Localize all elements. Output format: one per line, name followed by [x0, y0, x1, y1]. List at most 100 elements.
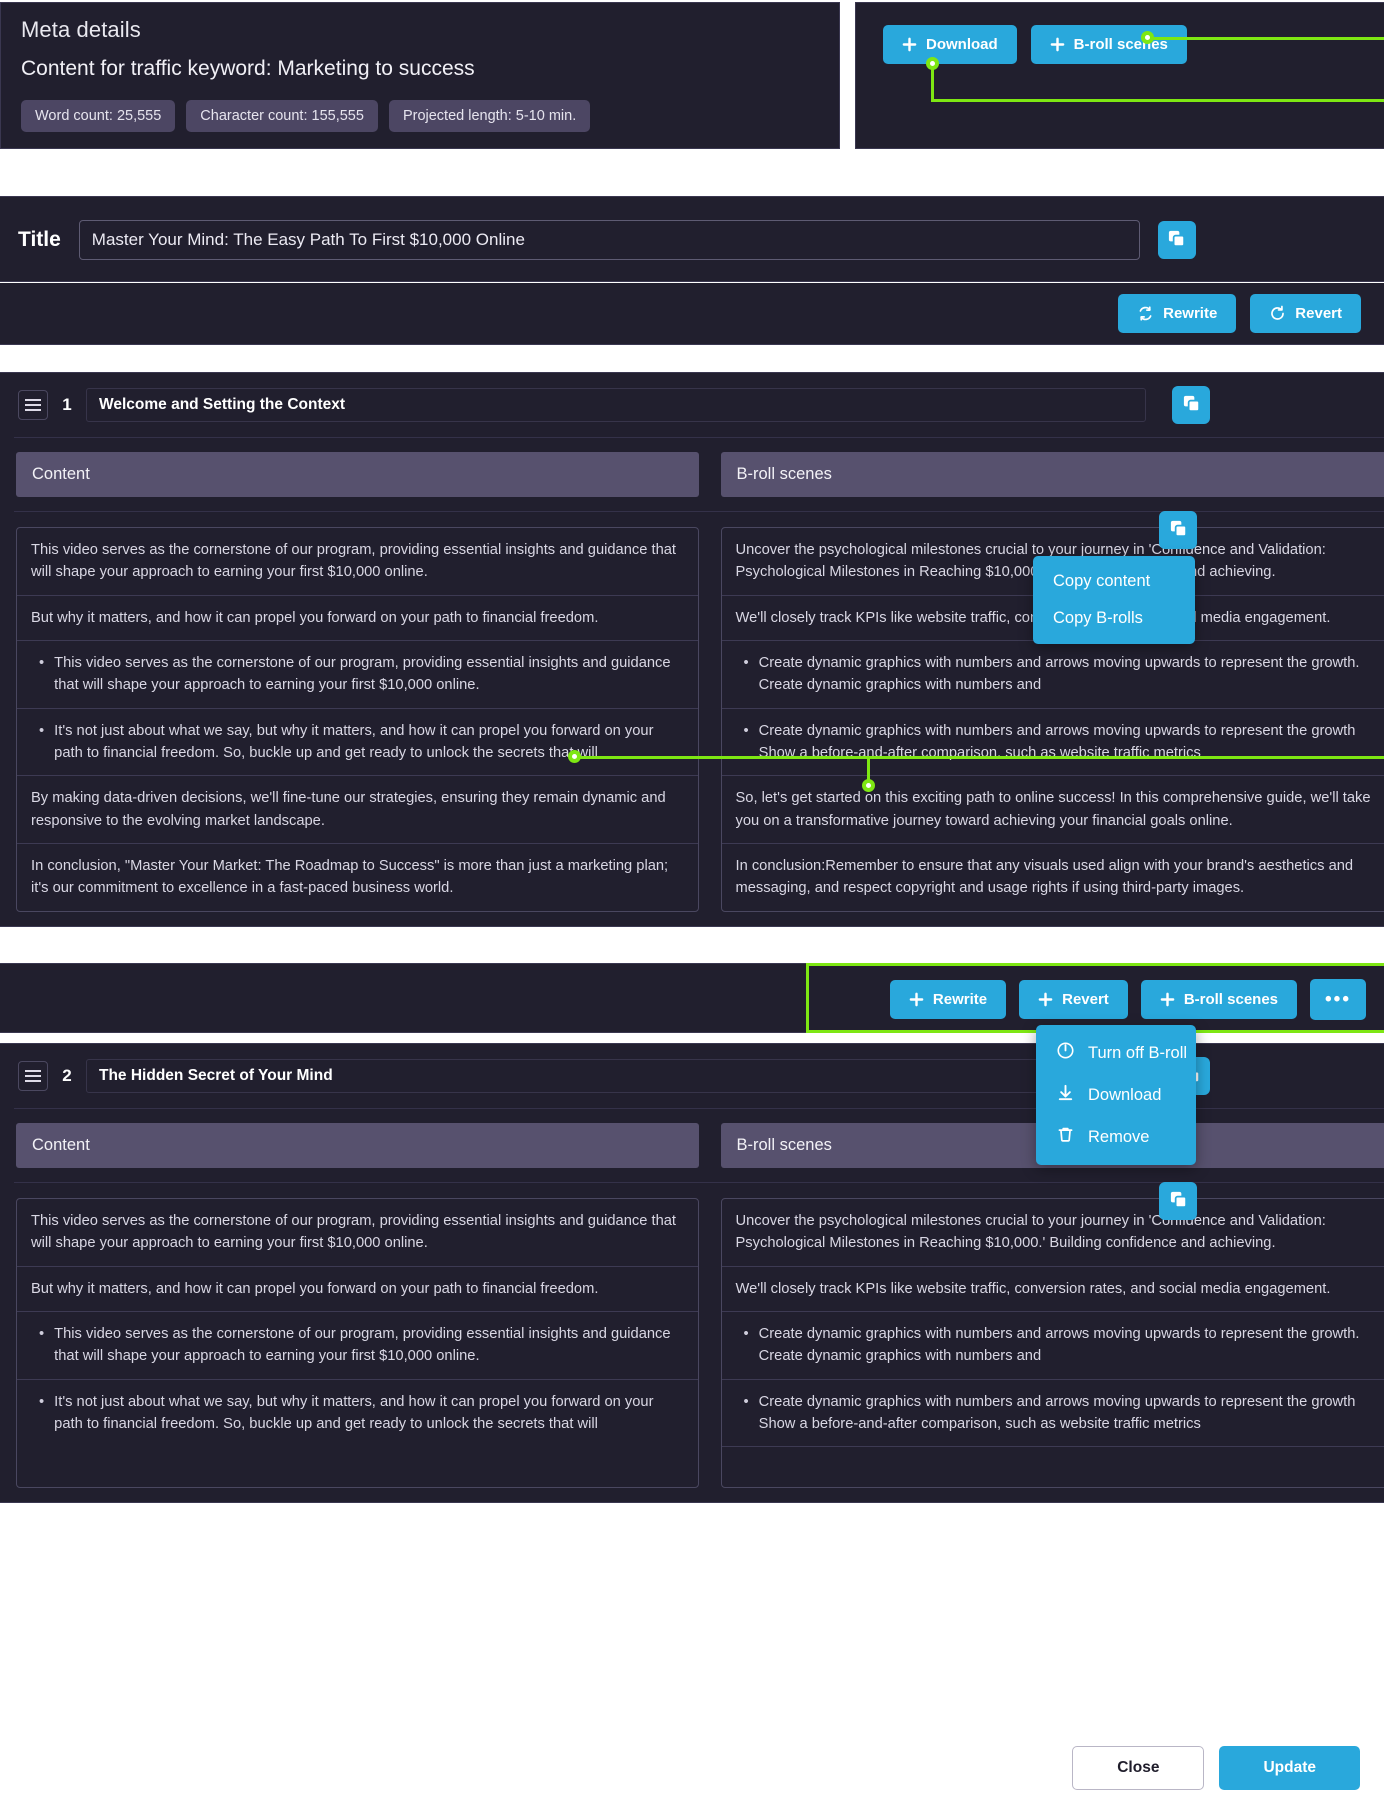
content-cell[interactable]: • This video serves as the cornerstone of…: [17, 1312, 698, 1380]
chip-word-count: Word count: 25,555: [21, 100, 176, 132]
section-1-number: 1: [62, 395, 72, 414]
annotation-dot-bullet-left: [568, 750, 581, 763]
content-cell-text: It's not just about what we say, but why…: [54, 1393, 654, 1433]
section-2-broll-copy-button[interactable]: [1159, 1182, 1197, 1220]
annotation-line-download-h: [931, 99, 1384, 102]
copy-title-button[interactable]: [1157, 221, 1196, 259]
bullet-icon: •: [39, 1326, 45, 1343]
broll-cell[interactable]: In conclusion:Remember to ensure that an…: [722, 844, 1384, 911]
download-button[interactable]: Download: [883, 25, 1017, 64]
section-2-content-column: This video serves as the cornerstone of …: [16, 1198, 699, 1489]
content-cell[interactable]: This video serves as the cornerstone of …: [17, 1199, 698, 1267]
title-toolbar: Rewrite Revert: [0, 283, 1384, 345]
title-input[interactable]: [78, 220, 1140, 260]
chip-character-count: Character count: 155,555: [186, 100, 378, 132]
broll-cell[interactable]: Uncover the psychological milestones cru…: [721, 1199, 1384, 1267]
broll-cell-text: Create dynamic graphics with numbers and…: [758, 1393, 1356, 1433]
title-label: Title: [18, 228, 61, 251]
content-cell[interactable]: But why it matters, and how it can prope…: [17, 1267, 698, 1313]
annotation-dot-broll: [1141, 31, 1154, 44]
content-cell[interactable]: By making data-driven decisions, we'll f…: [17, 776, 698, 845]
menu-item-label: Download: [1088, 1085, 1162, 1104]
broll-scenes-button[interactable]: B-roll scenes: [1030, 25, 1187, 64]
top-actions-panel: Download B-roll scenes: [855, 2, 1384, 149]
broll-cell[interactable]: [722, 1447, 1384, 1487]
broll-cell[interactable]: • Create dynamic graphics with numbers an…: [721, 1312, 1384, 1380]
meta-details-panel: Meta details Content for traffic keyword…: [0, 2, 840, 149]
revert-icon: [1269, 305, 1286, 322]
menu-item-download[interactable]: Download: [1036, 1074, 1196, 1116]
column-header-broll: B-roll scenes: [720, 452, 1384, 497]
trash-icon: [1056, 1125, 1075, 1149]
menu-item-remove[interactable]: Remove: [1036, 1116, 1196, 1158]
section-2-broll-column: Uncover the psychological milestones cru…: [720, 1198, 1384, 1489]
download-button-label: Download: [926, 36, 998, 53]
copy-icon: [1169, 519, 1188, 541]
column-header-content: Content: [16, 1123, 699, 1168]
content-cell[interactable]: This video serves as the cornerstone of …: [17, 528, 698, 596]
broll-cell[interactable]: • Create dynamic graphics with numbers an…: [721, 709, 1384, 777]
content-cell[interactable]: But why it matters, and how it can prope…: [17, 596, 698, 642]
section-2-number: 2: [62, 1066, 72, 1085]
copy-icon: [1169, 1190, 1188, 1212]
title-rewrite-label: Rewrite: [1163, 305, 1218, 322]
content-cell[interactable]: • It's not just about what we say, but wh…: [17, 709, 698, 777]
broll-cell[interactable]: • Create dynamic graphics with numbers an…: [721, 1380, 1384, 1448]
bullet-icon: •: [743, 655, 749, 672]
section-1-copy-button[interactable]: [1172, 386, 1210, 424]
column-header-content: Content: [16, 452, 699, 497]
section-1-content-column: This video serves as the cornerstone of …: [16, 527, 699, 912]
bullet-icon: •: [743, 1393, 749, 1410]
title-toolbar-inner: Rewrite Revert: [0, 283, 1384, 333]
menu-item-turn-off-broll[interactable]: Turn off B-roll: [1036, 1032, 1196, 1074]
drag-handle-icon[interactable]: [18, 1061, 48, 1091]
plus-icon: [902, 37, 917, 52]
footer-action-bar: Close Update: [0, 1725, 1384, 1810]
meta-details-heading: Meta details: [21, 17, 141, 42]
bullet-icon: •: [39, 655, 45, 672]
menu-item-copy-brolls[interactable]: Copy B-rolls: [1033, 600, 1195, 637]
menu-item-label: Turn off B-roll: [1088, 1043, 1188, 1062]
content-cell[interactable]: • This video serves as the cornerstone of…: [17, 641, 698, 709]
copy-icon: [1167, 229, 1186, 251]
download-icon: [1056, 1083, 1075, 1107]
section-block-1: 1 Content B-roll scenes This video serve…: [0, 372, 1384, 927]
chip-projected-length: Projected length: 5-10 min.: [388, 100, 591, 132]
content-cell[interactable]: • It's not just about what we say, but wh…: [17, 1380, 698, 1447]
meta-keyword-line: Content for traffic keyword: Marketing t…: [21, 57, 475, 80]
meta-chip-list: Word count: 25,555 Character count: 155,…: [21, 100, 819, 132]
refresh-icon: [1137, 305, 1154, 322]
menu-item-copy-content[interactable]: Copy content: [1033, 563, 1195, 600]
broll-cell[interactable]: So, let's get started on this exciting p…: [721, 776, 1384, 845]
title-row: Title: [0, 197, 1384, 283]
section-1-title-input[interactable]: [86, 388, 1146, 422]
title-revert-label: Revert: [1295, 305, 1342, 322]
title-rewrite-button[interactable]: Rewrite: [1118, 294, 1237, 333]
broll-cell[interactable]: We'll closely track KPIs like website tr…: [721, 1267, 1384, 1313]
drag-handle-icon[interactable]: [18, 390, 48, 420]
more-context-menu: Turn off B-roll Download Remove: [1036, 1025, 1196, 1165]
close-button[interactable]: Close: [1072, 1745, 1205, 1790]
bullet-icon: •: [39, 722, 45, 739]
content-cell-text: This video serves as the cornerstone of …: [54, 1326, 671, 1365]
broll-cell[interactable]: • Create dynamic graphics with numbers an…: [721, 641, 1384, 709]
plus-icon: [1050, 37, 1065, 52]
title-revert-button[interactable]: Revert: [1250, 294, 1361, 333]
top-actions-row: Download B-roll scenes: [856, 3, 1384, 64]
section-2-columns: This video serves as the cornerstone of …: [0, 1183, 1384, 1502]
update-button[interactable]: Update: [1219, 1745, 1360, 1790]
copy-icon: [1182, 394, 1201, 416]
app-root: Meta details Content for traffic keyword…: [0, 0, 1384, 1810]
broll-cell-text: Create dynamic graphics with numbers and…: [758, 655, 1360, 694]
broll-cell-text: Create dynamic graphics with numbers and…: [758, 1326, 1360, 1365]
content-cell[interactable]: In conclusion, "Master Your Market: The …: [17, 844, 698, 911]
content-cell-text: This video serves as the cornerstone of …: [54, 655, 671, 694]
annotation-box-toolbar: [806, 963, 1384, 1033]
annotation-dot-bullet-mid: [862, 779, 875, 792]
section-2-title-input[interactable]: [86, 1059, 1146, 1093]
section-1-column-headers: Content B-roll scenes: [0, 438, 1384, 497]
section-1-broll-copy-button[interactable]: [1159, 511, 1197, 549]
section-1-header: 1: [0, 373, 1384, 437]
annotation-dot-download: [926, 57, 939, 70]
bullet-icon: •: [743, 1326, 749, 1343]
